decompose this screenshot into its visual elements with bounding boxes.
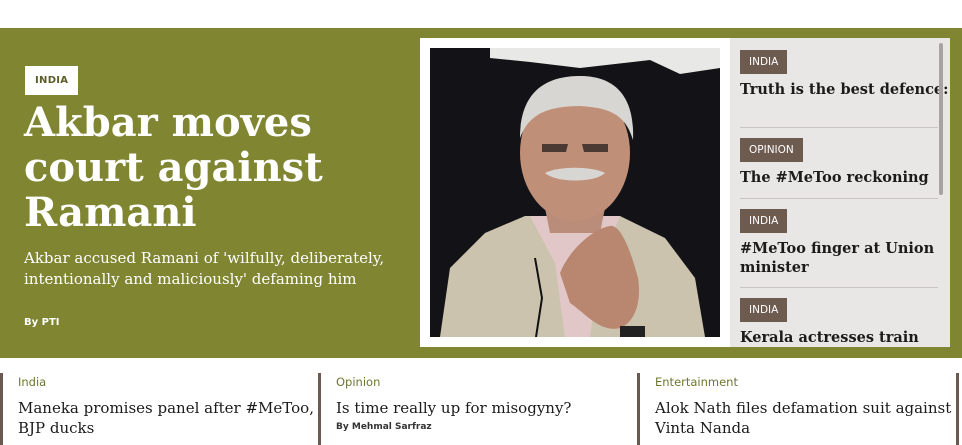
hero-byline: By PTI: [24, 317, 60, 328]
side-story-headline[interactable]: Kerala actresses train: [740, 328, 938, 347]
side-story[interactable]: INDIA Truth is the best defence: Priya R…: [740, 50, 950, 99]
story-card[interactable]: Entertainment Alok Nath files defamation…: [637, 373, 957, 445]
story-card[interactable]: Opinion Is time really up for misogyny? …: [318, 373, 638, 445]
card-headline[interactable]: Maneka promises panel after #MeToo, BJP …: [18, 398, 318, 438]
card-headline[interactable]: Alok Nath files defamation suit against …: [655, 398, 957, 438]
card-section-label[interactable]: Opinion: [336, 375, 638, 389]
card-byline: By Mehmal Sarfraz: [336, 422, 432, 432]
side-panel-scrollbar[interactable]: [939, 43, 943, 195]
side-story-headline[interactable]: The #MeToo reckoning: [740, 168, 938, 187]
divider: [740, 198, 938, 199]
side-story[interactable]: OPINION The #MeToo reckoning: [740, 138, 938, 187]
hero-category-tag[interactable]: INDIA: [25, 66, 79, 95]
side-story-tag[interactable]: INDIA: [740, 298, 788, 322]
card-section-label[interactable]: Entertainment: [655, 375, 957, 389]
side-story-headline[interactable]: Truth is the best defence: Priya Ramani: [740, 80, 950, 99]
related-stories-panel: INDIA Truth is the best defence: Priya R…: [730, 38, 950, 347]
side-story-tag[interactable]: INDIA: [740, 50, 788, 74]
card-headline[interactable]: Is time really up for misogyny?: [336, 398, 638, 418]
hero-headline[interactable]: Akbar moves court against Ramani: [24, 100, 384, 235]
hero-photo-illustration: [430, 48, 720, 337]
side-story-headline[interactable]: #MeToo finger at Union minister: [740, 239, 938, 277]
hero-summary: Akbar accused Ramani of 'wilfully, delib…: [24, 249, 385, 288]
divider: [740, 287, 938, 288]
card-section-label[interactable]: India: [18, 375, 318, 389]
card-border: [956, 373, 959, 445]
side-story-tag[interactable]: OPINION: [740, 138, 803, 162]
hero-photo[interactable]: [430, 48, 720, 337]
hero-photo-frame: [420, 38, 730, 347]
side-story[interactable]: INDIA Kerala actresses train: [740, 298, 938, 347]
story-card[interactable]: India Maneka promises panel after #MeToo…: [0, 373, 318, 445]
side-story-tag[interactable]: INDIA: [740, 209, 788, 233]
side-story[interactable]: INDIA #MeToo finger at Union minister: [740, 209, 938, 277]
divider: [740, 127, 938, 128]
